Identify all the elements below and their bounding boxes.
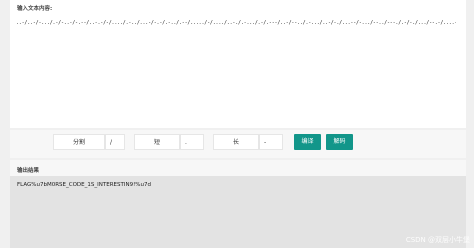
input-textarea[interactable]: ..-/..-/-.../.-/-..-/-.--/..-.-/-/..../.…: [16, 20, 456, 26]
encode-button[interactable]: 编译: [294, 134, 321, 150]
long-label: 长: [213, 134, 259, 150]
decode-button[interactable]: 解码: [326, 134, 353, 150]
watermark: CSDN @双层小牛堡: [405, 236, 470, 244]
short-label: 短: [134, 134, 180, 150]
output-box: FLAG%u7bM0RSE_CODE_1S_INTERESTIN9!%u7d: [10, 176, 466, 248]
short-input[interactable]: .: [180, 134, 204, 150]
output-section: 输出结果 FLAG%u7bM0RSE_CODE_1S_INTERESTIN9!%…: [10, 160, 466, 248]
separator-input[interactable]: /: [105, 134, 125, 150]
controls-row: 分割 / 短 . 长 - 编译 解码: [10, 130, 466, 158]
output-label: 输出结果: [17, 168, 40, 174]
input-label: 输入文本内容:: [17, 6, 53, 12]
output-text: FLAG%u7bM0RSE_CODE_1S_INTERESTIN9!%u7d: [17, 182, 151, 188]
separator-label: 分割: [53, 134, 105, 150]
long-input[interactable]: -: [259, 134, 283, 150]
input-section: 输入文本内容: ..-/..-/-.../.-/-..-/-.--/..-.-/…: [10, 0, 466, 128]
